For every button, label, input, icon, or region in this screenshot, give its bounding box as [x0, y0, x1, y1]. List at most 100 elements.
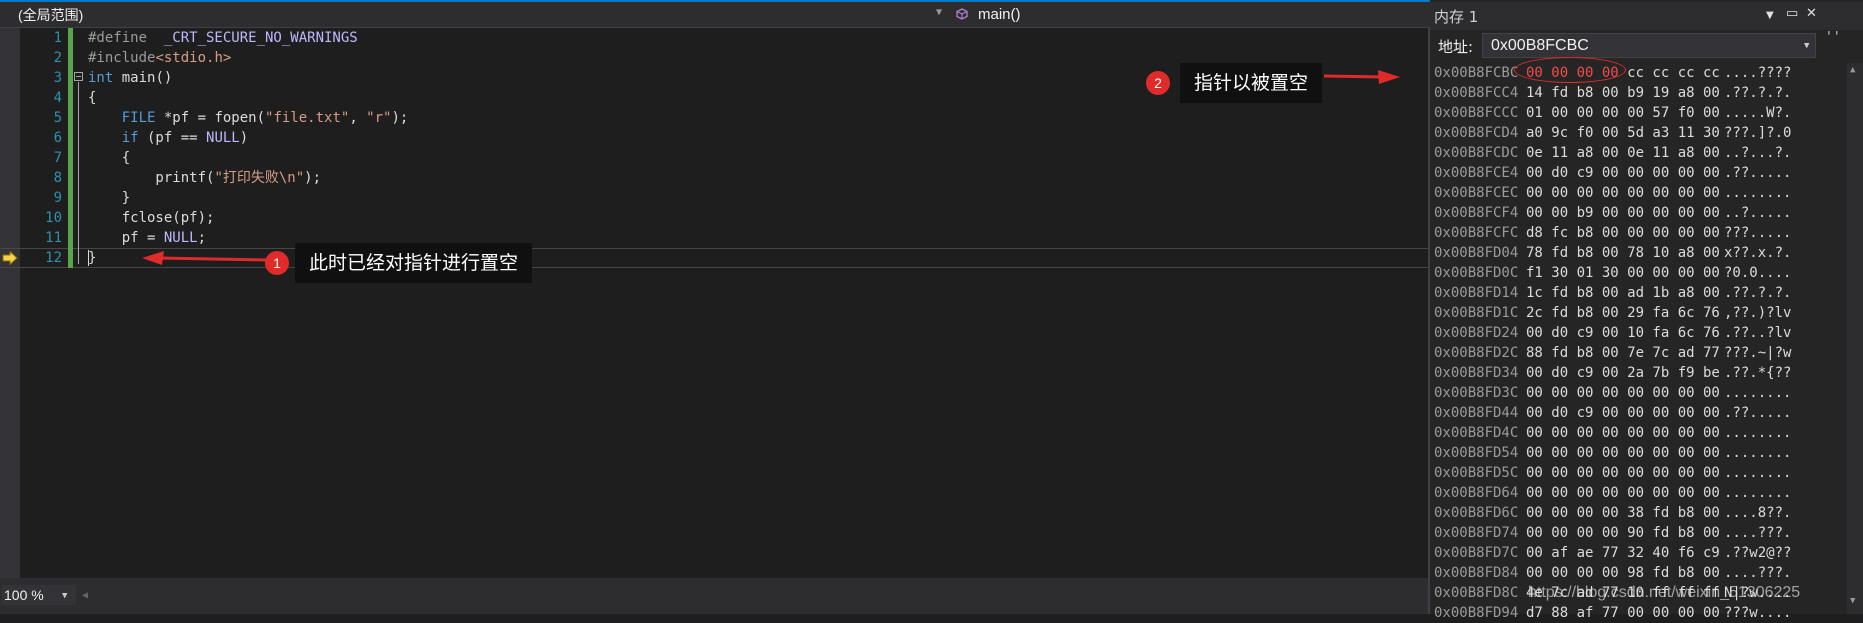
memory-bytes[interactable]: 78 fd b8 00 78 10 a8 00	[1526, 243, 1724, 263]
scroll-left-icon[interactable]: ◀	[82, 590, 88, 601]
memory-address: 0x00B8FD3C	[1434, 385, 1519, 401]
memory-bytes-text: 00 00 00 00 00 00 00 00	[1526, 445, 1720, 461]
change-tracking-bar	[68, 28, 73, 268]
memory-bytes[interactable]: 00 00 00 00 38 fd b8 00	[1526, 503, 1724, 523]
code-token: ;	[197, 230, 207, 246]
memory-bytes-text: 00 af ae 77 32 40 f6 c9	[1526, 545, 1720, 561]
memory-row: 0x00B8FD34 00 d0 c9 00 2a 7b f9 be .??.*{?…	[1434, 363, 1846, 383]
memory-bytes[interactable]: 00 00 00 00 00 00 00 00	[1526, 443, 1724, 463]
memory-row: 0x00B8FCDC 0e 11 a8 00 0e 11 a8 00..?...?…	[1434, 143, 1846, 163]
text-caret	[88, 250, 89, 266]
memory-bytes[interactable]: 00 af ae 77 32 40 f6 c9	[1526, 543, 1724, 563]
memory-scrollbar[interactable]: ▲ ▼	[1847, 63, 1863, 614]
more-options-icon[interactable]: ''	[1825, 30, 1841, 45]
code-token: NULL	[163, 230, 198, 246]
memory-bytes[interactable]: 01 00 00 00 00 57 f0 00	[1526, 103, 1724, 123]
memory-ascii: .??.....	[1724, 405, 1792, 421]
memory-row: 0x00B8FD04 78 fd b8 00 78 10 a8 00 x??.x.?…	[1434, 243, 1846, 263]
chevron-down-icon[interactable]: ▼	[1804, 41, 1809, 51]
memory-bytes[interactable]: 2c fd b8 00 29 fa 6c 76	[1526, 303, 1724, 323]
chevron-down-icon[interactable]: ▼	[936, 7, 942, 18]
memory-bytes[interactable]: 00 d0 c9 00 10 fa 6c 76	[1526, 323, 1724, 343]
code-token: fclose(pf);	[88, 210, 215, 226]
memory-bytes[interactable]: f1 30 01 30 00 00 00 00	[1526, 263, 1724, 283]
memory-bytes[interactable]: a0 9c f0 00 5d a3 11 30	[1526, 123, 1724, 143]
line-number: 5	[53, 110, 62, 126]
line-number: 9	[53, 190, 62, 206]
memory-bytes[interactable]: 00 d0 c9 00 2a 7b f9 be	[1526, 363, 1724, 383]
code-token: <stdio.h>	[155, 50, 232, 66]
code-token: );	[391, 110, 409, 126]
code-token: {	[88, 150, 131, 166]
code-token: }	[88, 190, 131, 206]
memory-bytes[interactable]: d8 fc b8 00 00 00 00 00	[1526, 223, 1724, 243]
line-number: 8	[53, 170, 62, 186]
memory-address: 0x00B8FD1C	[1434, 305, 1519, 321]
memory-ascii: ........	[1724, 185, 1792, 201]
breakpoint-gutter[interactable]	[0, 28, 20, 578]
memory-address: 0x00B8FCE4	[1434, 165, 1519, 181]
close-icon[interactable]: ✕	[1806, 6, 1817, 21]
memory-rows[interactable]: 0x00B8FCBC 00 00 00 00 cc cc cc cc....???…	[1434, 63, 1846, 623]
memory-row: 0x00B8FCF4 00 00 b9 00 00 00 00 00..?....…	[1434, 203, 1846, 223]
memory-ascii: ........	[1724, 485, 1792, 501]
code-token: #define	[88, 30, 164, 46]
memory-row: 0x00B8FD94 d7 88 af 77 00 00 00 00 ???w...…	[1434, 603, 1846, 623]
collapse-icon[interactable]	[74, 72, 83, 81]
memory-row: 0x00B8FCE4 00 d0 c9 00 00 00 00 00.??....…	[1434, 163, 1846, 183]
memory-ascii: .??..?lv	[1724, 325, 1792, 341]
maximize-icon[interactable]: ▭	[1786, 6, 1798, 21]
memory-bytes[interactable]: d7 88 af 77 00 00 00 00	[1526, 603, 1724, 623]
memory-bytes-text: 00 00 00 00 00 00 00 00	[1526, 385, 1720, 401]
memory-ascii: ....8??.	[1724, 505, 1792, 521]
memory-bytes[interactable]: 00 00 00 00 00 00 00 00	[1526, 463, 1724, 483]
editor-navigation-bar: (全局范围) ▼ main()	[0, 2, 1430, 28]
memory-ascii: .??w2@??	[1724, 545, 1792, 561]
memory-address: 0x00B8FD6C	[1434, 505, 1519, 521]
memory-ascii: ........	[1724, 445, 1792, 461]
memory-address: 0x00B8FD4C	[1434, 425, 1519, 441]
scope-dropdown[interactable]: (全局范围)	[18, 5, 948, 25]
function-dropdown[interactable]: main()	[956, 5, 1416, 25]
memory-bytes[interactable]: 00 d0 c9 00 00 00 00 00	[1526, 163, 1724, 183]
memory-ascii: ....???.	[1724, 565, 1792, 581]
memory-bytes[interactable]: 0e 11 a8 00 0e 11 a8 00	[1526, 143, 1724, 163]
code-line: printf("打印失败\n");	[88, 168, 1428, 188]
memory-bytes[interactable]: 88 fd b8 00 7e 7c ad 77	[1526, 343, 1724, 363]
code-token: "r"	[366, 110, 392, 126]
scroll-up-icon[interactable]: ▲	[1850, 65, 1855, 75]
memory-bytes[interactable]: 14 fd b8 00 b9 19 a8 00	[1526, 83, 1724, 103]
scroll-down-icon[interactable]: ▼	[1850, 596, 1855, 606]
memory-bytes[interactable]: 00 00 00 00 00 00 00 00	[1526, 183, 1724, 203]
memory-bytes[interactable]: 00 00 00 00 00 00 00 00	[1526, 383, 1724, 403]
memory-ascii: ..?.....	[1724, 205, 1792, 221]
chevron-down-icon[interactable]: ▼	[62, 591, 67, 601]
memory-address: 0x00B8FD8C	[1434, 585, 1519, 601]
code-line: FILE *pf = fopen("file.txt", "r");	[88, 108, 1428, 128]
memory-bytes[interactable]: 00 00 00 00 00 00 00 00	[1526, 423, 1724, 443]
memory-bytes[interactable]: 00 00 b9 00 00 00 00 00	[1526, 203, 1724, 223]
memory-bytes-text: 14 fd b8 00 b9 19 a8 00	[1526, 85, 1720, 101]
memory-bytes[interactable]: 1c fd b8 00 ad 1b a8 00	[1526, 283, 1724, 303]
memory-address: 0x00B8FCF4	[1434, 205, 1519, 221]
memory-bytes-text: 00 00 00 00 38 fd b8 00	[1526, 505, 1720, 521]
address-input[interactable]: 0x00B8FCBC	[1482, 33, 1816, 58]
code-token: "file.txt"	[265, 110, 350, 126]
memory-bytes[interactable]: 00 00 00 00 98 fd b8 00	[1526, 563, 1724, 583]
memory-row: 0x00B8FD7C 00 af ae 77 32 40 f6 c9 .??w2@?…	[1434, 543, 1846, 563]
memory-bytes[interactable]: 00 d0 c9 00 00 00 00 00	[1526, 403, 1724, 423]
window-menu-icon[interactable]: ▼	[1766, 10, 1774, 21]
memory-address: 0x00B8FCBC	[1434, 65, 1519, 81]
memory-window-titlebar[interactable]: 内存 1 ▼ ▭ ✕	[1430, 2, 1863, 30]
line-number: 2	[53, 50, 62, 66]
memory-bytes[interactable]: 00 00 00 00 00 00 00 00	[1526, 483, 1724, 503]
memory-bytes[interactable]: 00 00 00 00 90 fd b8 00	[1526, 523, 1724, 543]
watermark: https://blog.csdn.net/weixin_51306225	[1528, 584, 1801, 601]
memory-row: 0x00B8FCBC 00 00 00 00 cc cc cc cc....???…	[1434, 63, 1846, 83]
memory-address: 0x00B8FD0C	[1434, 265, 1519, 281]
memory-row: 0x00B8FD44 00 d0 c9 00 00 00 00 00.??....…	[1434, 403, 1846, 423]
memory-bytes-text: 00 00 00 00 90 fd b8 00	[1526, 525, 1720, 541]
memory-row: 0x00B8FD54 00 00 00 00 00 00 00 00.......…	[1434, 443, 1846, 463]
memory-address: 0x00B8FCCC	[1434, 105, 1519, 121]
execution-pointer-icon	[2, 251, 18, 265]
